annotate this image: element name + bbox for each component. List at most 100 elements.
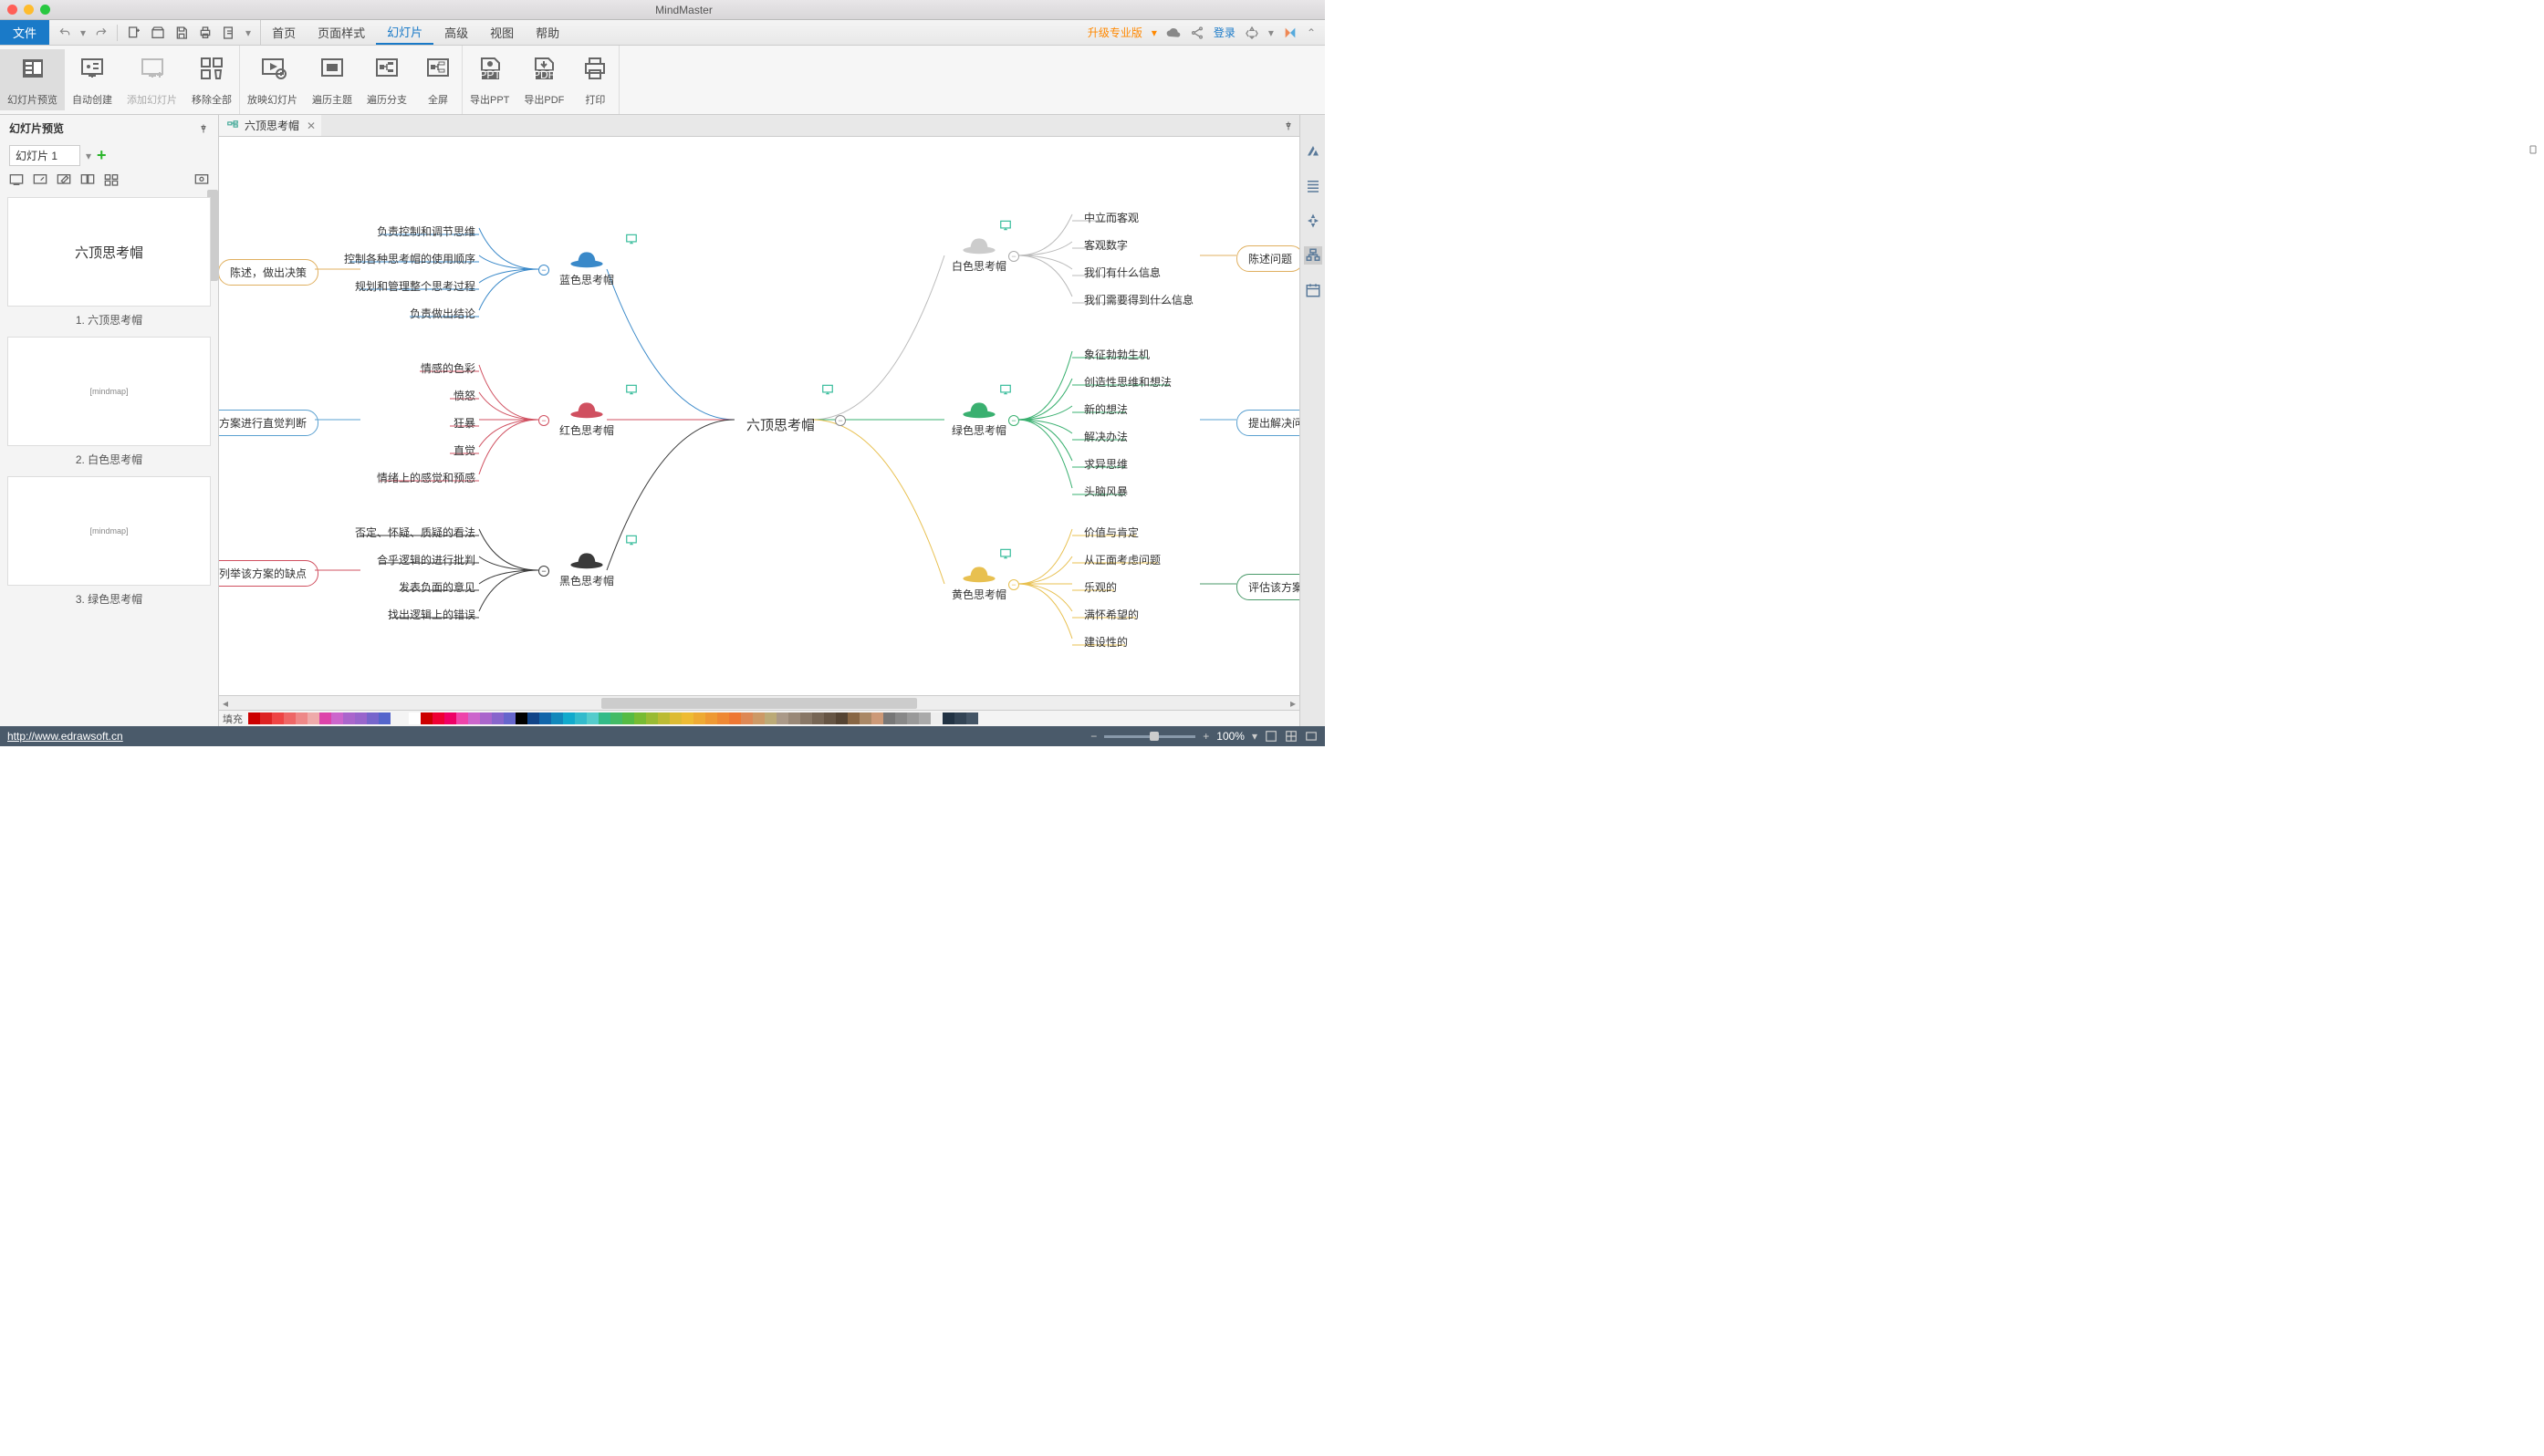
color-swatch[interactable] (516, 712, 527, 724)
zoom-out-icon[interactable]: − (1090, 730, 1097, 743)
ribbon-遍历主题[interactable]: 遍历主题 (305, 49, 360, 110)
theme-icon[interactable] (1245, 26, 1259, 40)
color-swatch[interactable] (954, 712, 966, 724)
color-swatch[interactable] (883, 712, 895, 724)
color-swatch[interactable] (319, 712, 331, 724)
expander-icon[interactable]: − (835, 415, 846, 426)
child-node[interactable]: 负责做出结论 (402, 303, 483, 324)
child-node[interactable]: 客观数字 (1077, 234, 1135, 255)
color-swatch[interactable] (480, 712, 492, 724)
ribbon-移除全部[interactable]: 移除全部 (184, 49, 239, 110)
color-swatch[interactable] (587, 712, 599, 724)
view-icon-3[interactable] (1305, 730, 1318, 743)
color-swatch[interactable] (444, 712, 456, 724)
box-node-r1[interactable]: 提出解决问题的方 (1236, 410, 1299, 436)
color-swatch[interactable] (919, 712, 931, 724)
child-node[interactable]: 愤怒 (446, 385, 483, 406)
expander-icon[interactable]: − (538, 566, 549, 577)
color-swatch[interactable] (753, 712, 765, 724)
menu-tab-2[interactable]: 幻灯片 (376, 20, 433, 45)
child-node[interactable]: 情感的色彩 (413, 358, 483, 379)
ribbon-全屏[interactable]: 全屏 (414, 49, 462, 110)
box-node-2[interactable]: 列举该方案的缺点 (219, 560, 318, 587)
ribbon-遍历分支[interactable]: 遍历分支 (360, 49, 414, 110)
expander-icon[interactable]: − (1008, 415, 1019, 426)
color-swatch[interactable] (284, 712, 296, 724)
slide-marker-icon[interactable] (821, 383, 834, 396)
view-icon-1[interactable] (1265, 730, 1277, 743)
slide-select[interactable]: 幻灯片 1 (9, 145, 80, 166)
child-node[interactable]: 乐观的 (1077, 577, 1124, 598)
ribbon-导出PDF[interactable]: PDF导出PDF (516, 49, 571, 110)
color-swatch[interactable] (658, 712, 670, 724)
color-swatch[interactable] (729, 712, 741, 724)
ribbon-添加幻灯片[interactable]: 添加幻灯片 (120, 49, 184, 110)
color-swatch[interactable] (765, 712, 777, 724)
color-swatch[interactable] (741, 712, 753, 724)
hat-node-白色思考帽[interactable]: 白色思考帽 (944, 230, 1014, 276)
menu-tab-0[interactable]: 首页 (261, 20, 307, 45)
box-node-r0[interactable]: 陈述问题 (1236, 245, 1299, 272)
save-icon[interactable] (174, 26, 189, 40)
color-swatch[interactable] (421, 712, 433, 724)
color-swatch[interactable] (504, 712, 516, 724)
slide-marker-icon[interactable] (999, 383, 1012, 396)
close-tab-icon[interactable]: ✕ (307, 120, 316, 132)
color-swatch[interactable] (693, 712, 705, 724)
dock-calendar-icon[interactable] (1304, 281, 1322, 299)
view-icon-2[interactable] (1285, 730, 1298, 743)
box-node-0[interactable]: 陈述，做出决策 (219, 259, 318, 286)
redo-icon[interactable] (95, 26, 108, 39)
color-swatch[interactable] (331, 712, 343, 724)
slide-thumb-2[interactable]: [mindmap] (7, 337, 211, 446)
color-swatch[interactable] (848, 712, 860, 724)
color-swatch[interactable] (248, 712, 260, 724)
color-swatch[interactable] (788, 712, 800, 724)
child-node[interactable]: 直觉 (446, 440, 483, 461)
color-swatch[interactable] (670, 712, 682, 724)
undo-icon[interactable] (58, 26, 71, 39)
open-icon[interactable] (151, 26, 165, 40)
color-swatch[interactable] (907, 712, 919, 724)
expander-icon[interactable]: − (538, 415, 549, 426)
maximize-window-icon[interactable] (40, 5, 50, 15)
color-swatch[interactable] (705, 712, 717, 724)
child-node[interactable]: 象征勃勃生机 (1077, 344, 1157, 365)
expander-icon[interactable]: − (1008, 579, 1019, 590)
child-node[interactable]: 狂暴 (446, 412, 483, 433)
color-swatch[interactable] (492, 712, 504, 724)
child-node[interactable]: 价值与肯定 (1077, 522, 1146, 543)
slide-marker-icon[interactable] (999, 547, 1012, 560)
child-node[interactable]: 我们有什么信息 (1077, 262, 1168, 283)
menu-tab-3[interactable]: 高级 (433, 20, 479, 45)
child-node[interactable]: 满怀希望的 (1077, 604, 1146, 625)
child-node[interactable]: 中立而客观 (1077, 207, 1146, 228)
slide-thumb-1[interactable]: 六顶思考帽 (7, 197, 211, 307)
menu-tab-5[interactable]: 帮助 (525, 20, 570, 45)
upgrade-link[interactable]: 升级专业版 (1088, 25, 1142, 40)
child-node[interactable]: 发表负面的意见 (391, 577, 483, 598)
slide-marker-icon[interactable] (999, 219, 1012, 232)
slide-marker-icon[interactable] (625, 383, 638, 396)
horizontal-scrollbar[interactable]: ◂ ▸ (219, 695, 1299, 710)
ribbon-幻灯片预览[interactable]: 幻灯片预览 (0, 49, 65, 110)
color-swatch[interactable] (931, 712, 943, 724)
child-node[interactable]: 求异思维 (1077, 453, 1135, 474)
color-swatch[interactable] (717, 712, 729, 724)
dock-format-icon[interactable] (1304, 142, 1322, 161)
box-node-r2[interactable]: 评估该方案的优点 (1236, 574, 1299, 600)
tool-icon-5[interactable] (104, 173, 119, 186)
color-swatch[interactable] (343, 712, 355, 724)
color-swatch[interactable] (575, 712, 587, 724)
color-swatch[interactable] (409, 712, 421, 724)
child-node[interactable]: 情绪上的感觉和预感 (370, 467, 483, 488)
color-swatch[interactable] (308, 712, 319, 724)
login-link[interactable]: 登录 (1214, 25, 1236, 40)
center-node[interactable]: 六顶思考帽 (739, 412, 822, 437)
tool-icon-2[interactable] (33, 173, 47, 186)
collapse-icon[interactable]: ⌃ (1307, 26, 1316, 39)
expander-icon[interactable]: − (538, 265, 549, 276)
child-node[interactable]: 规划和管理整个思考过程 (348, 276, 483, 296)
child-node[interactable]: 找出逻辑上的错误 (381, 604, 483, 625)
ribbon-打印[interactable]: 打印 (571, 49, 619, 110)
